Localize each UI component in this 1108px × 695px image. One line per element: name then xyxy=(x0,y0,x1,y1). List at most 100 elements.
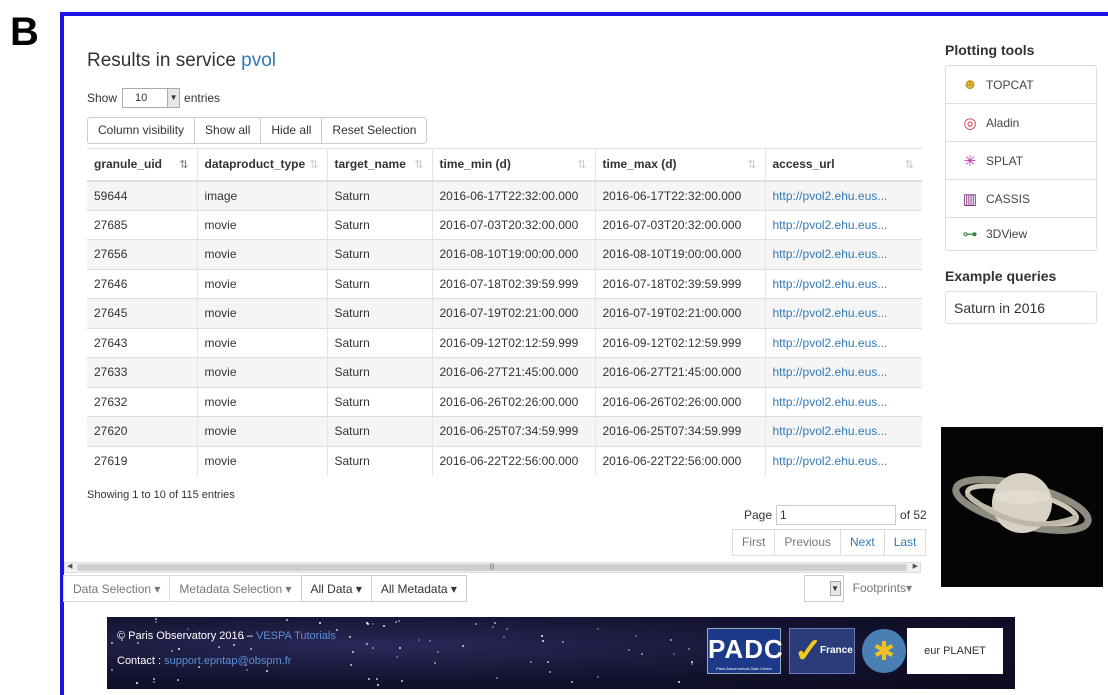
table-row[interactable]: 27633 movie Saturn 2016-06-27T21:45:00.000 2… xyxy=(87,357,922,387)
star-dot xyxy=(541,635,543,637)
cell-granule-uid: 27646 xyxy=(87,268,198,299)
metadata-selection-dropdown[interactable]: Metadata Selection ▾ xyxy=(169,575,302,602)
tool-cassis[interactable]: ▥ CASSIS xyxy=(946,180,1096,218)
europlanet-logo[interactable]: eur PLANET xyxy=(907,628,1003,674)
bottom-toolbar: Data Selection ▾ Metadata Selection ▾ Al… xyxy=(63,575,921,602)
star-dot xyxy=(349,636,351,638)
cell-target-name: Saturn xyxy=(327,298,433,328)
tool-3dview[interactable]: ⊶ 3DView xyxy=(946,218,1096,250)
column-header-time-min[interactable]: time_min (d) ⇅ xyxy=(432,148,596,182)
padc-logo[interactable]: PADC Paris Astronomical Data Centre xyxy=(707,628,783,674)
all-data-dropdown[interactable]: All Data ▾ xyxy=(300,575,372,602)
table-row[interactable]: 59644 image Saturn 2016-06-17T22:32:00.000 2… xyxy=(87,180,922,210)
entries-select[interactable]: 10 ▼ xyxy=(122,88,181,108)
table-row[interactable]: 27620 movie Saturn 2016-06-25T07:34:59.999 2… xyxy=(87,416,922,446)
cell-access-url[interactable]: http://pvol2.ehu.eus... xyxy=(765,386,922,417)
star-dot xyxy=(542,640,544,642)
tool-topcat[interactable]: ☻ TOPCAT xyxy=(946,66,1096,104)
table-row[interactable]: 27632 movie Saturn 2016-06-26T02:26:00.000 2… xyxy=(87,386,922,417)
footprint-select[interactable]: ▼ xyxy=(803,575,844,602)
vespa-tutorials-link[interactable]: VESPA Tutorials xyxy=(256,630,336,642)
star-dot xyxy=(111,669,113,671)
data-selection-dropdown[interactable]: Data Selection ▾ xyxy=(63,575,171,602)
cell-access-url[interactable]: http://pvol2.ehu.eus... xyxy=(765,239,922,269)
chevron-down-icon[interactable]: ▼ xyxy=(167,89,180,107)
cell-granule-uid: 27632 xyxy=(87,386,198,417)
column-visibility-button[interactable]: Column visibility xyxy=(87,117,196,144)
star-dot xyxy=(492,626,494,628)
scrollbar-thumb[interactable]: ||| xyxy=(77,564,907,571)
cell-access-url[interactable]: http://pvol2.ehu.eus... xyxy=(765,445,922,476)
cell-time-max: 2016-07-03T20:32:00.000 xyxy=(595,209,766,240)
tool-aladin[interactable]: ◎ Aladin xyxy=(946,104,1096,142)
cell-dataproduct-type: movie xyxy=(197,298,328,328)
cell-target-name: Saturn xyxy=(327,180,433,210)
vo-france-logo[interactable]: ✓ France xyxy=(789,628,855,674)
column-header-target-name[interactable]: target_name ⇅ xyxy=(327,148,433,182)
bee-logo[interactable]: ✱ xyxy=(862,629,906,673)
results-table: granule_uid ⇅ dataproduct_type ⇅ target_na… xyxy=(87,148,922,476)
horizontal-scrollbar[interactable]: ◀ ||| ▶ xyxy=(64,562,921,573)
cell-access-url[interactable]: http://pvol2.ehu.eus... xyxy=(765,268,922,299)
entries-select-value: 10 xyxy=(135,92,148,104)
cell-time-min: 2016-07-18T02:39:59.999 xyxy=(432,268,596,299)
star-dot xyxy=(350,664,352,666)
table-row[interactable]: 27646 movie Saturn 2016-07-18T02:39:59.999 2… xyxy=(87,268,922,299)
column-header-dataproduct-type[interactable]: dataproduct_type ⇅ xyxy=(197,148,328,182)
show-all-button[interactable]: Show all xyxy=(194,117,262,144)
cell-access-url[interactable]: http://pvol2.ehu.eus... xyxy=(765,180,922,210)
scroll-left-icon[interactable]: ◀ xyxy=(67,562,72,570)
service-name-link[interactable]: pvol xyxy=(241,50,276,71)
tool-splat[interactable]: ✳ SPLAT xyxy=(946,142,1096,180)
cell-time-max: 2016-07-19T02:21:00.000 xyxy=(595,298,766,328)
cell-time-max: 2016-08-10T19:00:00.000 xyxy=(595,239,766,269)
scroll-right-icon[interactable]: ▶ xyxy=(913,562,918,570)
aladin-icon: ◎ xyxy=(963,114,977,132)
table-row[interactable]: 27619 movie Saturn 2016-06-22T22:56:00.000 2… xyxy=(87,445,922,476)
footprints-dropdown[interactable]: Footprints▾ xyxy=(844,575,921,602)
example-query-item[interactable]: Saturn in 2016 xyxy=(945,291,1097,324)
star-dot xyxy=(372,623,374,625)
cell-granule-uid: 27633 xyxy=(87,357,198,387)
star-dot xyxy=(418,639,420,641)
star-dot xyxy=(429,640,431,642)
next-page-button[interactable]: Next xyxy=(840,529,885,556)
cell-access-url[interactable]: http://pvol2.ehu.eus... xyxy=(765,416,922,446)
star-dot xyxy=(437,651,439,653)
star-dot xyxy=(155,618,157,620)
previous-page-button[interactable]: Previous xyxy=(774,529,842,556)
vo-france-label: France xyxy=(820,645,853,656)
cell-time-max: 2016-09-12T02:12:59.999 xyxy=(595,327,766,358)
column-header-granule-uid[interactable]: granule_uid ⇅ xyxy=(87,148,198,182)
reset-selection-button[interactable]: Reset Selection xyxy=(321,117,428,144)
all-metadata-dropdown[interactable]: All Metadata ▾ xyxy=(370,575,467,602)
cell-time-max: 2016-06-17T22:32:00.000 xyxy=(595,180,766,210)
cell-access-url[interactable]: http://pvol2.ehu.eus... xyxy=(765,209,922,240)
3dview-icon: ⊶ xyxy=(962,226,978,243)
chevron-down-icon[interactable]: ▼ xyxy=(829,581,841,596)
pagination: First Previous Next Last xyxy=(732,529,927,556)
star-dot xyxy=(399,647,401,649)
cell-access-url[interactable]: http://pvol2.ehu.eus... xyxy=(765,357,922,387)
star-dot xyxy=(153,681,155,683)
first-page-button[interactable]: First xyxy=(732,529,776,556)
contact-email-link[interactable]: support.epntap@obspm.fr xyxy=(164,655,291,667)
saturn-preview-image[interactable] xyxy=(941,427,1103,587)
star-dot xyxy=(395,621,397,623)
hide-all-button[interactable]: Hide all xyxy=(260,117,323,144)
star-dot xyxy=(496,677,498,679)
column-header-access-url[interactable]: access_url ⇅ xyxy=(765,148,922,182)
table-row[interactable]: 27685 movie Saturn 2016-07-03T20:32:00.000 2… xyxy=(87,209,922,240)
star-dot xyxy=(153,678,155,680)
cell-time-max: 2016-07-18T02:39:59.999 xyxy=(595,268,766,299)
cell-access-url[interactable]: http://pvol2.ehu.eus... xyxy=(765,298,922,328)
table-row[interactable]: 27645 movie Saturn 2016-07-19T02:21:00.000 2… xyxy=(87,298,922,328)
table-row[interactable]: 27643 movie Saturn 2016-09-12T02:12:59.999 2… xyxy=(87,327,922,358)
last-page-button[interactable]: Last xyxy=(883,529,927,556)
page-number-input[interactable] xyxy=(776,505,897,525)
table-info: Showing 1 to 10 of 115 entries xyxy=(87,489,235,501)
star-dot xyxy=(136,682,138,684)
column-header-time-max[interactable]: time_max (d) ⇅ xyxy=(595,148,766,182)
cell-access-url[interactable]: http://pvol2.ehu.eus... xyxy=(765,327,922,358)
table-row[interactable]: 27656 movie Saturn 2016-08-10T19:00:00.000 2… xyxy=(87,239,922,269)
